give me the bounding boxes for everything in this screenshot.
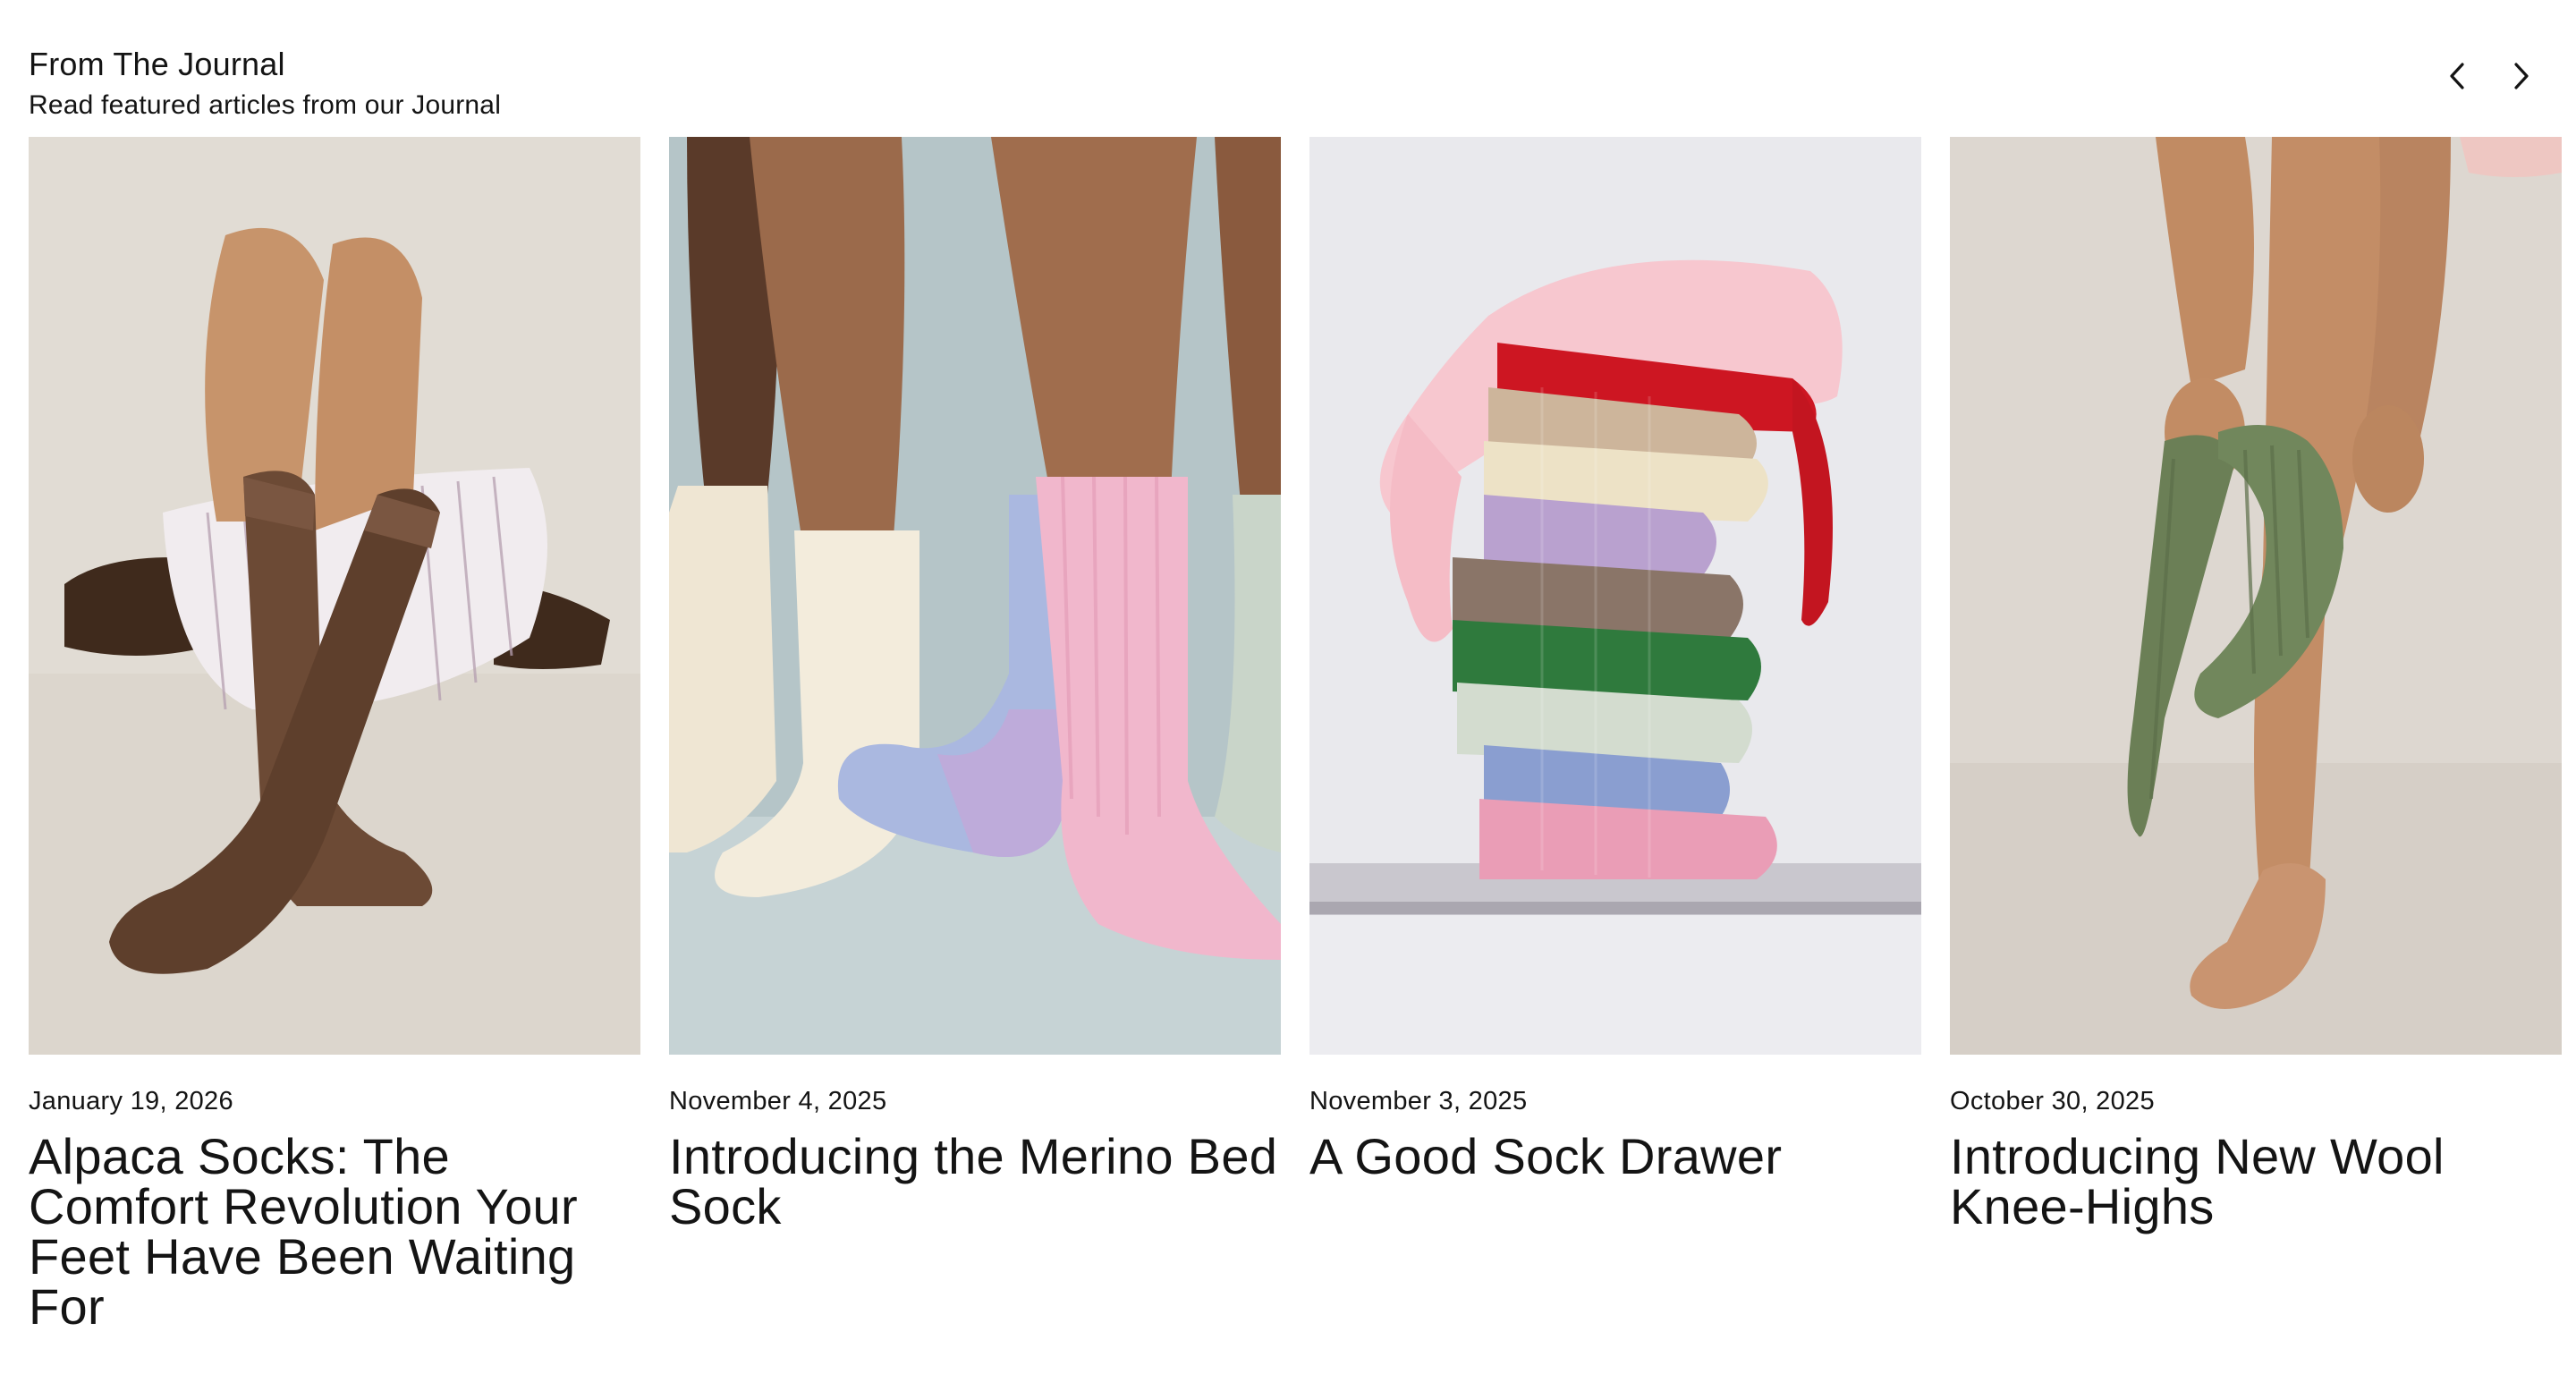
article-date: October 30, 2025 — [1950, 1087, 2155, 1115]
article-card[interactable]: November 4, 2025 Introducing the Merino … — [669, 137, 1281, 1332]
chevron-left-icon — [2450, 63, 2464, 89]
article-image — [1309, 137, 1921, 1055]
section-subtitle: Read featured articles from our Journal — [29, 90, 502, 120]
article-date: January 19, 2026 — [29, 1087, 233, 1115]
article-card[interactable]: January 19, 2026 Alpaca Socks: The Comfo… — [29, 137, 640, 1332]
article-image — [669, 137, 1281, 1055]
article-date: November 3, 2025 — [1309, 1087, 1528, 1115]
carousel-next-button[interactable] — [2503, 57, 2540, 95]
article-carousel: January 19, 2026 Alpaca Socks: The Comfo… — [29, 137, 2562, 1332]
article-title[interactable]: Introducing New Wool Knee-Highs — [1950, 1132, 2562, 1232]
article-title[interactable]: A Good Sock Drawer — [1309, 1132, 1921, 1182]
section-title: From The Journal — [29, 46, 285, 82]
section-header: From The Journal Read featured articles … — [29, 45, 501, 123]
article-image — [1950, 137, 2562, 1055]
article-image — [29, 137, 640, 1055]
article-title[interactable]: Introducing the Merino Bed Sock — [669, 1132, 1281, 1232]
article-title[interactable]: Alpaca Socks: The Comfort Revolution You… — [29, 1132, 640, 1332]
article-date: November 4, 2025 — [669, 1087, 887, 1115]
article-card[interactable]: October 30, 2025 Introducing New Wool Kn… — [1950, 137, 2562, 1332]
journal-section: From The Journal Read featured articles … — [0, 0, 2576, 1391]
carousel-nav — [2438, 57, 2540, 95]
carousel-prev-button[interactable] — [2438, 57, 2476, 95]
article-card[interactable]: November 3, 2025 A Good Sock Drawer — [1309, 137, 1921, 1332]
chevron-right-icon — [2514, 63, 2529, 89]
